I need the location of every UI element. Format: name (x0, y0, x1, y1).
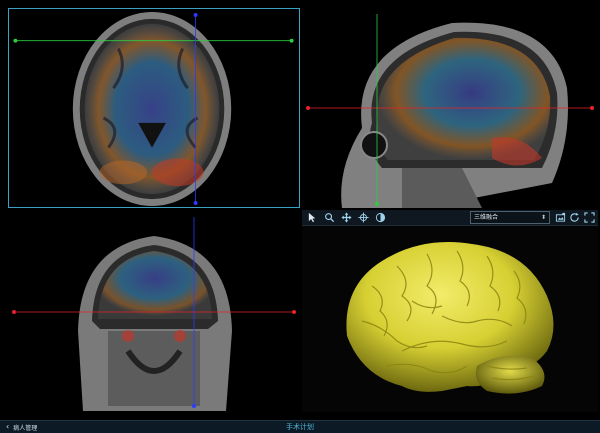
screenshot-icon[interactable] (553, 211, 567, 224)
refresh-icon[interactable] (567, 211, 581, 224)
chevron-down-icon: ⬍ (540, 214, 546, 221)
sagittal-viewport[interactable] (302, 8, 598, 208)
move-arrows-icon[interactable] (339, 211, 353, 224)
sagittal-image (306, 14, 594, 208)
zoom-icon[interactable] (322, 211, 336, 224)
page-title: 手术计划 (286, 423, 314, 431)
contrast-icon[interactable] (373, 211, 387, 224)
crosshair-icon[interactable] (356, 211, 370, 224)
fusion-mode-value: 三维融合 (474, 214, 499, 221)
coronal-image (12, 217, 296, 411)
brain-3d-model (346, 242, 554, 394)
axial-viewport[interactable] (8, 8, 300, 208)
bottom-bar: ‹ 病人管理 手术计划 (0, 420, 600, 433)
axial-image (13, 11, 294, 207)
fusion-mode-select[interactable]: 三维融合 ⬍ (470, 211, 550, 224)
coronal-viewport[interactable] (8, 211, 300, 412)
view3d-toolbar: 三维融合 ⬍ (302, 210, 598, 226)
fullscreen-icon[interactable] (582, 211, 596, 224)
cursor-arrow-icon[interactable] (305, 211, 319, 224)
volume-render-viewport[interactable] (302, 226, 598, 412)
